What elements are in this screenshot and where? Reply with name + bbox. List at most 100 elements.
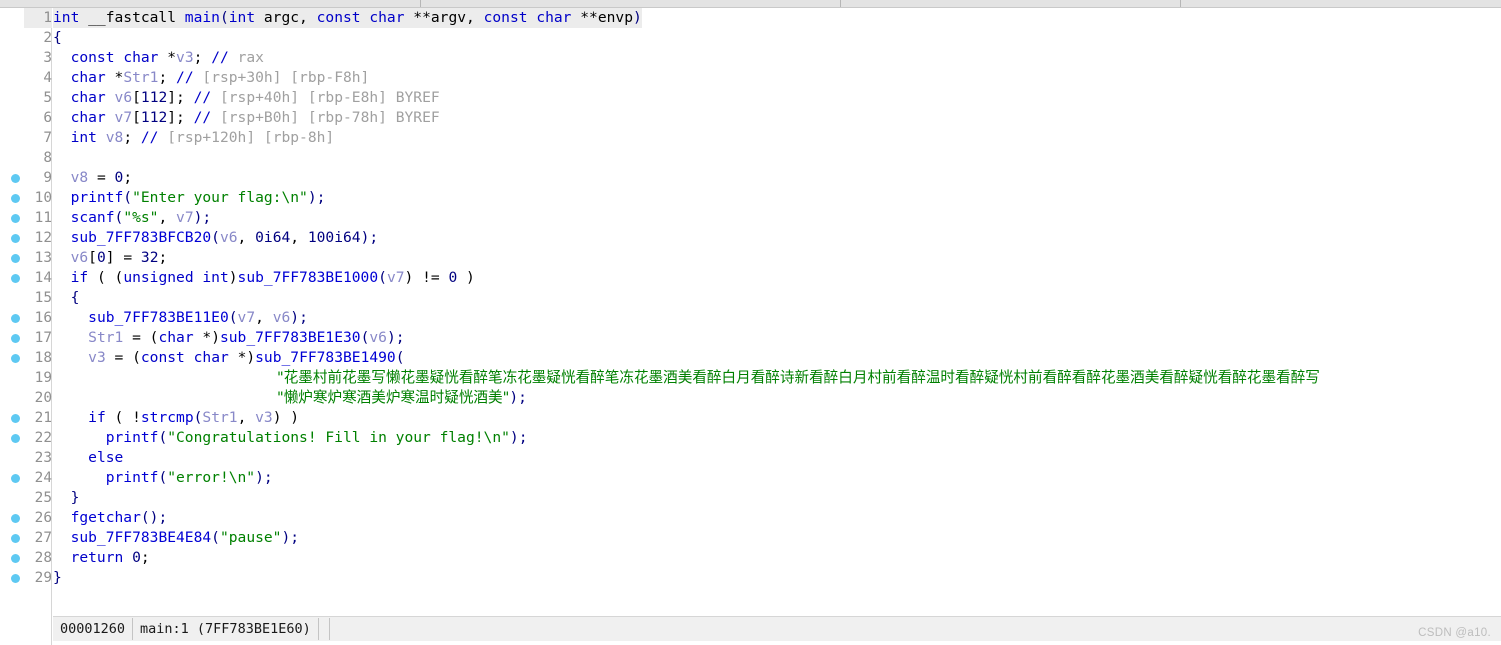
code-line[interactable]: 10 printf("Enter your flag:\n"); (0, 188, 1501, 208)
code-token: const (70, 49, 115, 66)
code-token: char (158, 329, 194, 346)
code-token: ); (360, 229, 379, 246)
code-line-text[interactable]: printf("error!\n"); (53, 468, 273, 488)
code-line-text[interactable]: { (53, 288, 80, 308)
code-line-text[interactable]: v3 = (const char *)sub_7FF783BE1490( (53, 348, 404, 368)
code-token: v6 (219, 229, 238, 246)
code-line[interactable]: 16 sub_7FF783BE11E0(v7, v6); (0, 308, 1501, 328)
code-line-text[interactable]: char v6[112]; // [rsp+40h] [rbp-E8h] BYR… (53, 88, 440, 108)
code-token: "pause" (219, 529, 282, 546)
code-line[interactable]: 17 Str1 = (char *)sub_7FF783BE1E30(v6); (0, 328, 1501, 348)
code-token: 112 (140, 89, 168, 106)
address-dot-icon (11, 334, 20, 343)
code-line-text[interactable]: if ( !strcmp(Str1, v3) ) (53, 408, 299, 428)
code-line[interactable]: 3 const char *v3; // rax (0, 48, 1501, 68)
code-line[interactable]: 25 } (0, 488, 1501, 508)
code-line[interactable]: 27 sub_7FF783BE4E84("pause"); (0, 528, 1501, 548)
code-token: 32 (140, 249, 159, 266)
code-line-text[interactable]: v8 = 0; (53, 168, 133, 188)
code-line-text[interactable]: char v7[112]; // [rsp+B0h] [rbp-78h] BYR… (53, 108, 440, 128)
code-line-text[interactable]: "懒炉寒炉寒酒美炉寒温时疑恍酒美"); (53, 388, 527, 408)
code-token: } (53, 569, 62, 586)
code-line[interactable]: 4 char *Str1; // [rsp+30h] [rbp-F8h] (0, 68, 1501, 88)
code-line-text[interactable]: { (53, 28, 62, 48)
line-number: 23 (34, 450, 52, 466)
code-line[interactable]: 24 printf("error!\n"); (0, 468, 1501, 488)
code-line[interactable]: 23 else (0, 448, 1501, 468)
code-token: ( (158, 469, 168, 486)
code-line-text[interactable]: "花墨村前花墨写懒花墨疑恍看醉笔冻花墨疑恍看醉笔冻花墨酒美看醉白月看醉诗新看醉白… (53, 368, 1320, 388)
code-line[interactable]: 9 v8 = 0; (0, 168, 1501, 188)
pseudocode-pane[interactable]: 1 int __fastcall main(int argc, const cha… (0, 8, 1501, 608)
code-line[interactable]: 7 int v8; // [rsp+120h] [rbp-8h] (0, 128, 1501, 148)
code-line-text[interactable]: } (53, 488, 80, 508)
code-token: ); (290, 309, 308, 326)
code-line[interactable]: 1 int __fastcall main(int argc, const cha… (0, 8, 1501, 28)
code-line-text[interactable]: int v8; // [rsp+120h] [rbp-8h] (53, 128, 335, 148)
code-token: sub_7FF783BE11E0 (88, 309, 229, 326)
code-line[interactable]: 19 "花墨村前花墨写懒花墨疑恍看醉笔冻花墨疑恍看醉笔冻花墨酒美看醉白月看醉诗新看… (0, 368, 1501, 388)
code-token: = ( (105, 349, 141, 366)
line-number: 8 (43, 150, 52, 166)
code-token: [rsp+120h] [rbp-8h] (158, 129, 335, 146)
code-line-text[interactable]: int __fastcall main(int argc, const char… (53, 8, 642, 28)
code-line-text[interactable]: const char *v3; // rax (53, 48, 264, 68)
code-line[interactable]: 29} (0, 568, 1501, 588)
code-line-text[interactable]: scanf("%s", v7); (53, 208, 212, 228)
code-line-text[interactable]: char *Str1; // [rsp+30h] [rbp-F8h] (53, 68, 370, 88)
code-line-text[interactable]: if ( (unsigned int)sub_7FF783BE1000(v7) … (53, 268, 475, 288)
code-line[interactable]: 20 "懒炉寒炉寒酒美炉寒温时疑恍酒美"); (0, 388, 1501, 408)
code-token: ); (386, 329, 405, 346)
line-number: 6 (43, 110, 52, 126)
code-line[interactable]: 6 char v7[112]; // [rsp+B0h] [rbp-78h] B… (0, 108, 1501, 128)
code-token: "%s" (123, 209, 159, 226)
code-token: const (140, 349, 185, 366)
code-token: Str1 (202, 409, 238, 426)
code-line-text[interactable]: sub_7FF783BE4E84("pause"); (53, 528, 299, 548)
code-token: ); (255, 469, 273, 486)
code-token: "懒炉寒炉寒酒美炉寒温时疑恍酒美" (277, 389, 510, 406)
line-number: 7 (43, 130, 52, 146)
code-token: [ (132, 89, 141, 106)
code-line[interactable]: 12 sub_7FF783BFCB20(v6, 0i64, 100i64); (0, 228, 1501, 248)
code-line-text[interactable]: return 0; (53, 548, 150, 568)
code-line[interactable]: 21 if ( !strcmp(Str1, v3) ) (0, 408, 1501, 428)
code-token: [rsp+40h] [rbp-E8h] BYREF (211, 89, 440, 106)
code-line-text[interactable]: sub_7FF783BFCB20(v6, 0i64, 100i64); (53, 228, 379, 248)
code-line[interactable]: 28 return 0; (0, 548, 1501, 568)
code-line-text[interactable]: Str1 = (char *)sub_7FF783BE1E30(v6); (53, 328, 405, 348)
code-line-text[interactable]: } (53, 568, 62, 588)
code-line[interactable]: 2{ (0, 28, 1501, 48)
code-token: v7 (114, 109, 133, 126)
code-line[interactable]: 22 printf("Congratulations! Fill in your… (0, 428, 1501, 448)
code-line[interactable]: 8 (0, 148, 1501, 168)
code-line-text[interactable]: sub_7FF783BE11E0(v7, v6); (53, 308, 308, 328)
code-line-text[interactable]: fgetchar(); (53, 508, 168, 528)
code-line[interactable]: 5 char v6[112]; // [rsp+40h] [rbp-E8h] B… (0, 88, 1501, 108)
code-token: ; (123, 169, 133, 186)
code-token: v3 (176, 49, 194, 66)
code-line-list[interactable]: 1 int __fastcall main(int argc, const cha… (0, 8, 1501, 588)
code-token: ) (228, 269, 238, 286)
code-line[interactable]: 15 { (0, 288, 1501, 308)
code-line-text[interactable] (53, 148, 62, 168)
code-line-text[interactable]: else (53, 448, 123, 468)
code-token: 112 (140, 109, 168, 126)
code-line[interactable]: 13 v6[0] = 32; (0, 248, 1501, 268)
address-dot-icon (11, 434, 20, 443)
ida-pseudocode-window: 1 int __fastcall main(int argc, const cha… (0, 0, 1501, 645)
code-line-text[interactable]: printf("Congratulations! Fill in your fl… (53, 428, 528, 448)
code-line-text[interactable]: printf("Enter your flag:\n"); (53, 188, 326, 208)
code-line-text[interactable]: v6[0] = 32; (53, 248, 168, 268)
code-line[interactable]: 11 scanf("%s", v7); (0, 208, 1501, 228)
code-line[interactable]: 18 v3 = (const char *)sub_7FF783BE1490( (0, 348, 1501, 368)
code-line[interactable]: 14 if ( (unsigned int)sub_7FF783BE1000(v… (0, 268, 1501, 288)
top-splitter-segment (840, 0, 1181, 7)
code-token: { (53, 29, 62, 46)
code-token: * (105, 69, 124, 86)
code-line[interactable]: 26 fgetchar(); (0, 508, 1501, 528)
